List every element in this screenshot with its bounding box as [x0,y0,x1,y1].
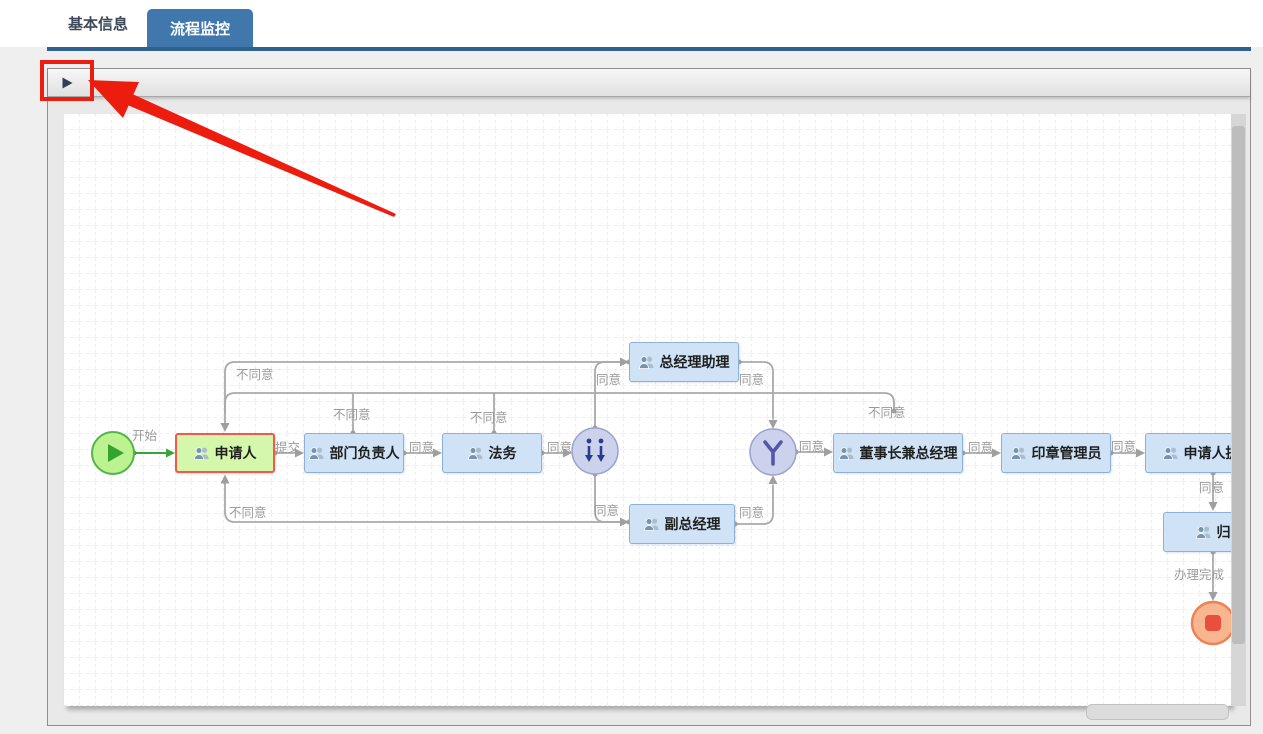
horizontal-scrollbar-thumb[interactable] [1086,704,1229,720]
users-icon [193,446,209,460]
flow-diagram [64,114,1231,706]
play-button[interactable] [58,74,76,92]
edge-label-agree: 同意 [594,504,620,518]
users-icon [1162,446,1178,460]
flow-toolbar [48,69,1250,97]
grid-background [64,114,1231,706]
users-icon [838,446,854,460]
flow-node-applicant[interactable]: 申请人 [175,433,275,473]
edge-label-disagree: 不同意 [868,406,906,420]
flow-node-label: 董事长兼总经理 [859,445,958,461]
flow-node-label: 总经理助理 [659,354,730,370]
split-gateway-node[interactable] [571,427,619,475]
tab-bar: 基本信息 流程监控 [0,0,1263,47]
flow-node-label: 部门负责人 [329,445,400,461]
flow-panel: 申请人 部门负责人 法务 总经理助理 副总经理 董事长兼总经理 印章管理员 申请… [47,68,1251,726]
edge-label-agree: 同意 [1199,481,1225,495]
users-icon [1195,525,1211,539]
users-icon [308,446,324,460]
end-node[interactable] [1190,600,1231,646]
edge-label-disagree: 不同意 [229,506,267,520]
play-icon [62,77,73,88]
users-icon [467,446,483,460]
edge-label-agree: 同意 [799,440,825,454]
edge-label-done: 办理完成 [1174,568,1225,582]
flow-node-label: 申请人 [214,445,257,461]
stop-square-icon [1205,615,1221,631]
users-icon [1010,446,1026,460]
flow-node-label: 归 [1216,524,1231,540]
edge-label-disagree: 不同意 [470,411,508,425]
flow-node-label: 申请人提 [1183,445,1232,461]
tab-underline [47,47,1251,51]
users-icon [643,517,659,531]
flow-node-archive[interactable]: 归 [1163,512,1231,552]
edge-label-agree: 同意 [968,441,994,455]
flow-node-legal[interactable]: 法务 [442,433,542,473]
flow-node-label: 法务 [488,445,517,461]
edge-label-disagree: 不同意 [236,368,274,382]
flow-node-gm-assistant[interactable]: 总经理助理 [629,342,739,382]
edge-label-submit: 提交 [275,441,301,455]
edge-label-agree: 同意 [739,373,765,387]
edge-label-agree: 同意 [547,441,573,455]
flow-node-label: 副总经理 [664,516,721,532]
flow-node-dept-head[interactable]: 部门负责人 [304,433,404,473]
edge-label-agree: 同意 [596,373,622,387]
flow-node-applicant-submit[interactable]: 申请人提 [1145,433,1231,473]
users-icon [638,355,654,369]
flow-canvas[interactable]: 申请人 部门负责人 法务 总经理助理 副总经理 董事长兼总经理 印章管理员 申请… [64,114,1231,706]
process-monitor-page: 基本信息 流程监控 申请人 部门负责人 法务 总经理助理 副总经理 董事长兼总经… [0,0,1263,734]
edge-label-agree: 同意 [1111,440,1137,454]
vertical-scrollbar[interactable] [1231,114,1246,706]
flow-node-seal-admin[interactable]: 印章管理员 [1001,433,1111,473]
flow-node-chairman-gm[interactable]: 董事长兼总经理 [833,433,963,473]
start-node[interactable] [91,431,135,475]
tab-process-monitor[interactable]: 流程监控 [147,9,253,47]
join-gateway-node[interactable] [749,428,797,476]
flow-node-label: 印章管理员 [1031,445,1102,461]
flow-node-deputy-gm[interactable]: 副总经理 [629,504,735,544]
edge-label-agree: 同意 [409,441,435,455]
vertical-scrollbar-thumb[interactable] [1232,126,1245,644]
edge-label-disagree: 不同意 [333,408,371,422]
tab-basic-info[interactable]: 基本信息 [68,0,128,47]
edge-label-agree: 同意 [739,506,765,520]
edge-label-start: 开始 [132,429,158,443]
